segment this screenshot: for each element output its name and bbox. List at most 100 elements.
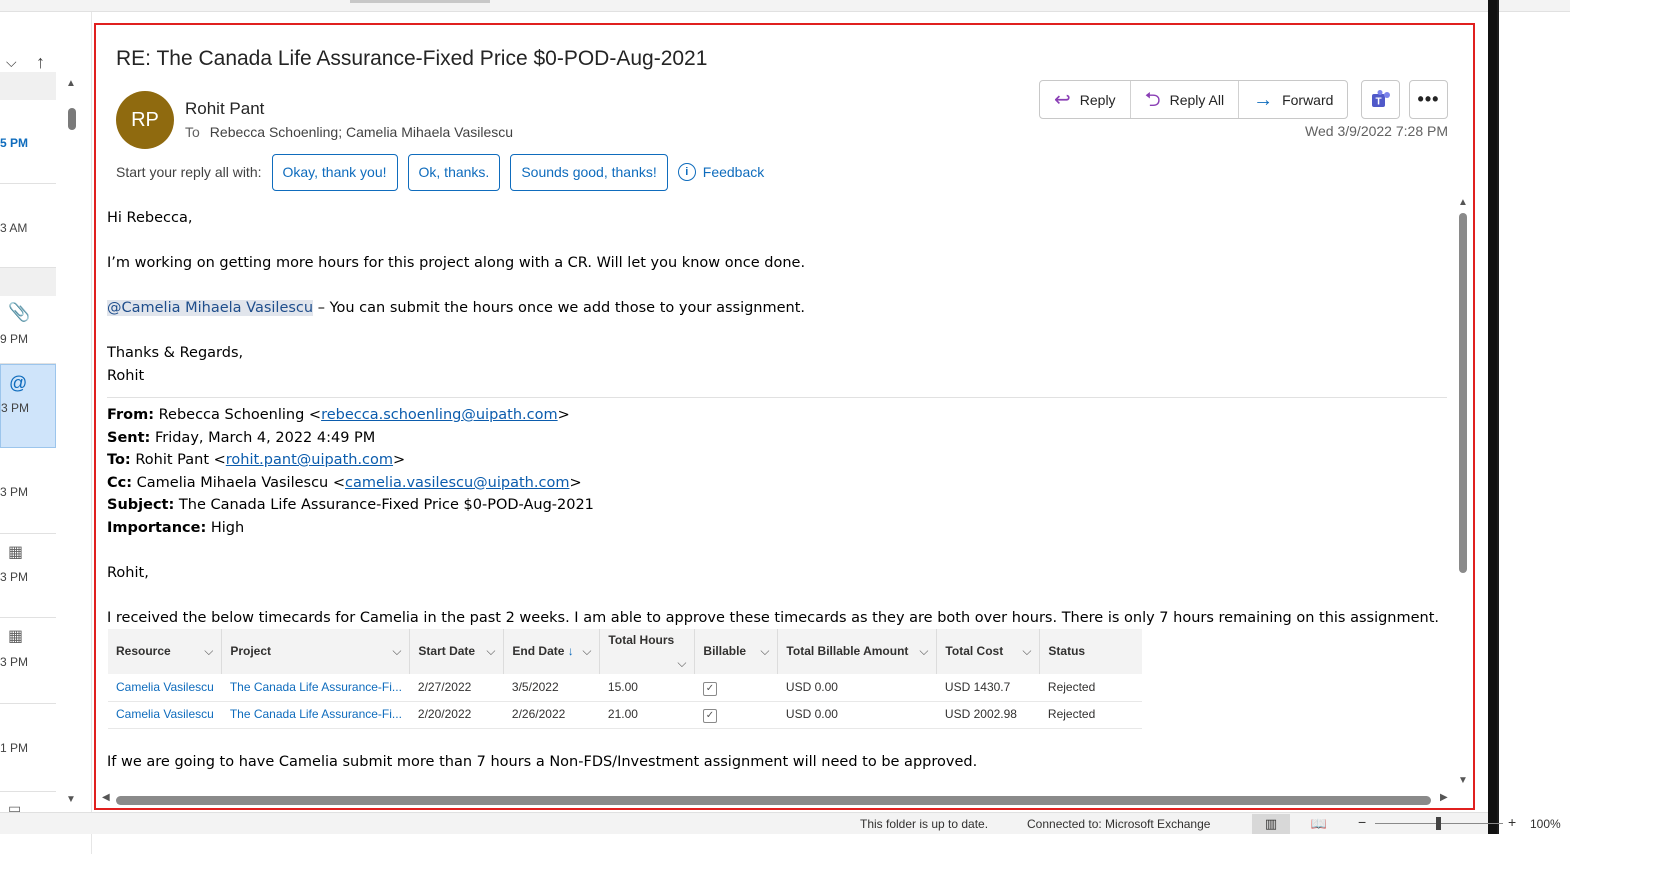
scroll-right-arrow-icon[interactable]: ▶ <box>1440 792 1448 803</box>
column-header-project[interactable]: Project ⌵ <box>221 629 411 674</box>
zoom-out-button[interactable]: − <box>1358 814 1366 830</box>
message-list: ⌵ ↑ 5 PM 3 AM 📎 9 PM @ 3 PM 3 PM ▦ 3 PM … <box>0 12 92 854</box>
teams-chat-button[interactable]: T <box>1361 80 1400 119</box>
cell-start-date: 2/20/2022 <box>409 701 504 729</box>
list-item-time: 3 AM <box>0 221 28 235</box>
quoted-from: From: Rebecca Schoenling <rebecca.schoen… <box>107 407 570 423</box>
list-item-time: 1 PM <box>0 741 29 755</box>
list-item-time: 3 PM <box>0 485 29 499</box>
vertical-scroll-thumb[interactable] <box>1459 213 1467 573</box>
reading-view-button[interactable]: 📖 <box>1300 814 1338 834</box>
list-item[interactable]: 3 PM <box>0 448 56 534</box>
quoted-to-email[interactable]: rohit.pant@uipath.com <box>226 452 393 468</box>
table-row[interactable]: Camelia Vasilescu The Canada Life Assura… <box>108 674 1142 702</box>
column-dropdown-icon[interactable]: ⌵ <box>582 640 591 663</box>
list-group-header[interactable] <box>0 72 56 100</box>
sort-direction-icon[interactable]: ↑ <box>36 52 45 73</box>
horizontal-scroll-thumb[interactable] <box>116 796 1431 805</box>
sender-name[interactable]: Rohit Pant <box>185 99 264 119</box>
reading-pane-horizontal-scrollbar[interactable]: ◀ ▶ <box>100 792 1450 806</box>
teams-icon: T <box>1371 89 1390 107</box>
cell-billable: ✓ <box>694 674 778 702</box>
column-header-total-billable-amount[interactable]: Total Billable Amount ⌵ <box>777 629 938 674</box>
list-item-time: 3 PM <box>0 655 29 669</box>
column-header-status[interactable]: Status <box>1039 629 1142 674</box>
column-header-end-date[interactable]: End Date ↓ ⌵ <box>503 629 601 674</box>
cell-total-cost: USD 2002.98 <box>936 701 1040 729</box>
cell-project[interactable]: The Canada Life Assurance-Fi... <box>221 701 410 729</box>
feedback-label: Feedback <box>702 164 765 180</box>
table-header-row: Resource ⌵ Project ⌵ Start Date ⌵ End Date … <box>108 629 1142 674</box>
window-edge <box>1497 0 1499 834</box>
zoom-slider-thumb[interactable] <box>1436 817 1441 830</box>
forward-button[interactable]: → Forward <box>1239 81 1347 118</box>
suggested-reply-button[interactable]: Sounds good, thanks! <box>510 153 668 191</box>
column-header-start-date[interactable]: Start Date ⌵ <box>409 629 505 674</box>
cell-resource[interactable]: Camelia Vasilescu <box>108 674 222 702</box>
zoom-level[interactable]: 100% <box>1530 817 1561 831</box>
zoom-in-button[interactable]: + <box>1508 814 1516 830</box>
column-header-label: Resource <box>116 644 171 659</box>
sort-dropdown-icon[interactable]: ⌵ <box>6 54 17 71</box>
mention-tag[interactable]: @Camelia Mihaela Vasilescu <box>107 300 314 316</box>
cell-total-billable-amount: USD 0.00 <box>777 701 937 729</box>
quoted-from-email[interactable]: rebecca.schoenling@uipath.com <box>321 407 558 423</box>
scroll-up-arrow-icon[interactable]: ▲ <box>1458 197 1468 208</box>
list-group-header[interactable] <box>0 268 56 296</box>
quoted-importance: Importance: High <box>107 517 1447 540</box>
suggested-replies-label: Start your reply all with: <box>116 164 262 180</box>
scroll-left-arrow-icon[interactable]: ◀ <box>102 792 110 803</box>
cell-project[interactable]: The Canada Life Assurance-Fi... <box>221 674 410 702</box>
column-header-total-cost[interactable]: Total Cost ⌵ <box>936 629 1041 674</box>
column-dropdown-icon[interactable]: ⌵ <box>1022 640 1031 663</box>
column-header-resource[interactable]: Resource ⌵ <box>108 629 223 674</box>
sender-avatar[interactable]: RP <box>116 91 174 149</box>
scroll-down-arrow-icon[interactable]: ▼ <box>1458 775 1468 786</box>
reading-pane-vertical-scrollbar[interactable]: ▲ ▼ <box>1455 197 1471 792</box>
quoted-to-label: To: <box>107 452 131 468</box>
list-item[interactable]: ▦ 3 PM <box>0 618 56 704</box>
feedback-link[interactable]: i Feedback <box>677 163 765 181</box>
table-row[interactable]: Camelia Vasilescu The Canada Life Assura… <box>108 701 1142 729</box>
recipients-list[interactable]: Rebecca Schoenling; Camelia Mihaela Vasi… <box>210 124 513 140</box>
column-dropdown-icon[interactable]: ⌵ <box>486 640 495 663</box>
column-dropdown-icon[interactable]: ⌵ <box>392 640 401 663</box>
normal-view-button[interactable]: ▥ <box>1252 814 1290 834</box>
quoted-to: To: Rohit Pant <rohit.pant@uipath.com> <box>107 452 406 468</box>
more-actions-button[interactable]: ••• <box>1409 80 1448 119</box>
list-scroll-thumb[interactable] <box>68 108 76 130</box>
list-item[interactable]: 1 PM <box>0 704 56 792</box>
cell-resource[interactable]: Camelia Vasilescu <box>108 701 222 729</box>
column-dropdown-icon[interactable]: ⌵ <box>677 652 686 675</box>
quoted-paragraph: I received the below timecards for Camel… <box>107 609 1440 626</box>
list-item[interactable]: 3 AM <box>0 184 56 268</box>
reply-button[interactable]: ↩ Reply <box>1040 81 1131 118</box>
cell-billable: ✓ <box>694 701 778 729</box>
reply-all-button[interactable]: ⮌ Reply All <box>1131 81 1240 118</box>
suggested-reply-button[interactable]: Okay, thank you! <box>271 153 398 191</box>
quoted-greeting: Rohit, <box>107 564 149 581</box>
column-header-billable[interactable]: Billable ⌵ <box>694 629 779 674</box>
list-scrollbar[interactable]: ▲ ▼ <box>62 78 82 827</box>
quoted-importance-value: High <box>206 519 245 536</box>
forward-label: Forward <box>1282 91 1334 108</box>
list-item[interactable]: 📎 9 PM <box>0 296 56 364</box>
connection-status[interactable]: Connected to: Microsoft Exchange <box>1027 817 1210 831</box>
reply-actions: ↩ Reply ⮌ Reply All → Forward <box>1039 80 1349 119</box>
column-dropdown-icon[interactable]: ⌵ <box>760 640 769 663</box>
body-paragraph: I’m working on getting more hours for th… <box>107 255 806 271</box>
scroll-up-arrow-icon[interactable]: ▲ <box>66 78 76 89</box>
list-item-selected[interactable]: @ 3 PM <box>0 364 56 448</box>
suggested-reply-button[interactable]: Ok, thanks. <box>407 153 501 191</box>
list-item[interactable]: ▦ 3 PM <box>0 534 56 618</box>
cell-total-billable-amount: USD 0.00 <box>777 674 937 702</box>
scroll-down-arrow-icon[interactable]: ▼ <box>66 794 76 805</box>
column-dropdown-icon[interactable]: ⌵ <box>204 640 213 663</box>
column-dropdown-icon[interactable]: ⌵ <box>919 640 928 663</box>
meeting-icon: ▦ <box>8 628 24 645</box>
column-header-label: Status <box>1048 644 1086 659</box>
quoted-importance-label: Importance: <box>107 519 207 536</box>
column-header-total-hours[interactable]: Total Hours ⌵ <box>599 629 696 675</box>
list-item[interactable]: 5 PM <box>0 100 56 184</box>
quoted-cc-email[interactable]: camelia.vasilescu@uipath.com <box>345 475 569 491</box>
